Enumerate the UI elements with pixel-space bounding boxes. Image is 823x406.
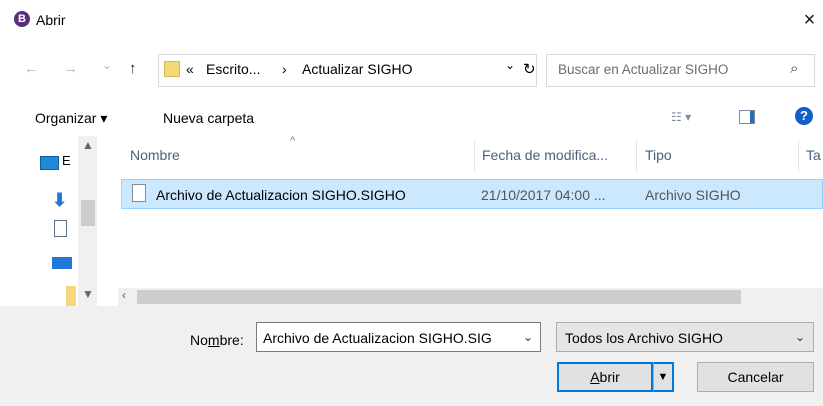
close-button[interactable]: × [796,5,823,35]
folder-icon [164,61,180,77]
open-button[interactable]: Abrir [557,362,653,392]
computer-icon[interactable] [40,156,59,170]
column-header-size[interactable]: Ta [806,147,821,163]
breadcrumb-item-escritorio[interactable]: Escrito... [206,61,260,77]
up-button[interactable]: ↑ [129,60,137,77]
back-button[interactable]: ← [24,60,39,77]
address-dropdown-button[interactable]: ⌄ [505,58,515,72]
chevron-down-icon[interactable]: ⌄ [795,330,805,344]
file-date-cell: 21/10/2017 04:00 ... [481,187,606,203]
breadcrumb-item-actualizar[interactable]: Actualizar SIGHO [302,61,412,77]
forward-button[interactable]: → [63,60,78,77]
column-divider[interactable] [798,140,799,172]
search-input[interactable]: Buscar en Actualizar SIGHO [558,62,728,77]
column-divider[interactable] [636,140,637,172]
preview-pane-icon[interactable] [739,110,755,124]
help-icon[interactable]: ? [795,107,813,125]
scroll-down-icon[interactable]: ▼ [82,287,94,301]
file-type-cell: Archivo SIGHO [645,187,741,203]
app-icon: B [14,11,30,27]
breadcrumb-separator[interactable]: › [282,61,287,77]
organize-button[interactable]: Organizar ▾ [35,110,107,127]
column-header-name[interactable]: Nombre [130,147,180,163]
downloads-icon[interactable]: ⬇ [52,190,67,211]
window-title: Abrir [36,12,66,28]
open-options-button[interactable]: ▼ [653,362,674,392]
filetype-value[interactable]: Todos los Archivo SIGHO [565,330,723,346]
nav-pane-scroll-thumb[interactable] [81,200,95,226]
search-icon[interactable]: ⌕ [790,60,798,77]
new-folder-button[interactable]: Nueva carpeta [163,110,254,126]
file-name-cell[interactable]: Archivo de Actualizacion SIGHO.SIGHO [156,187,406,203]
documents-icon[interactable] [54,220,67,237]
column-divider[interactable] [474,140,475,172]
file-list-scroll-thumb[interactable] [137,290,741,304]
folder-icon[interactable] [66,286,76,306]
scroll-left-icon[interactable]: ‹ [122,288,126,302]
title-bar [0,0,823,40]
filename-value[interactable]: Archivo de Actualizacion SIGHO.SIG [263,330,518,346]
chevron-down-icon[interactable]: ⌄ [523,330,533,344]
nav-item-label[interactable]: E [62,153,71,168]
recent-locations-button[interactable]: ⌄ [102,58,112,72]
sort-ascending-icon: ^ [290,135,296,147]
desktop-icon[interactable] [52,257,72,269]
view-options-icon[interactable]: ☷ ▾ [671,110,691,124]
column-header-date[interactable]: Fecha de modifica... [482,147,608,163]
cancel-button[interactable]: Cancelar [697,362,814,392]
filename-label: Nombre: [190,332,244,348]
refresh-button[interactable]: ↻ [523,60,536,78]
scroll-up-icon[interactable]: ▲ [82,138,94,152]
file-icon [132,184,146,202]
column-header-type[interactable]: Tipo [645,147,672,163]
breadcrumb-overflow[interactable]: « [186,61,194,77]
